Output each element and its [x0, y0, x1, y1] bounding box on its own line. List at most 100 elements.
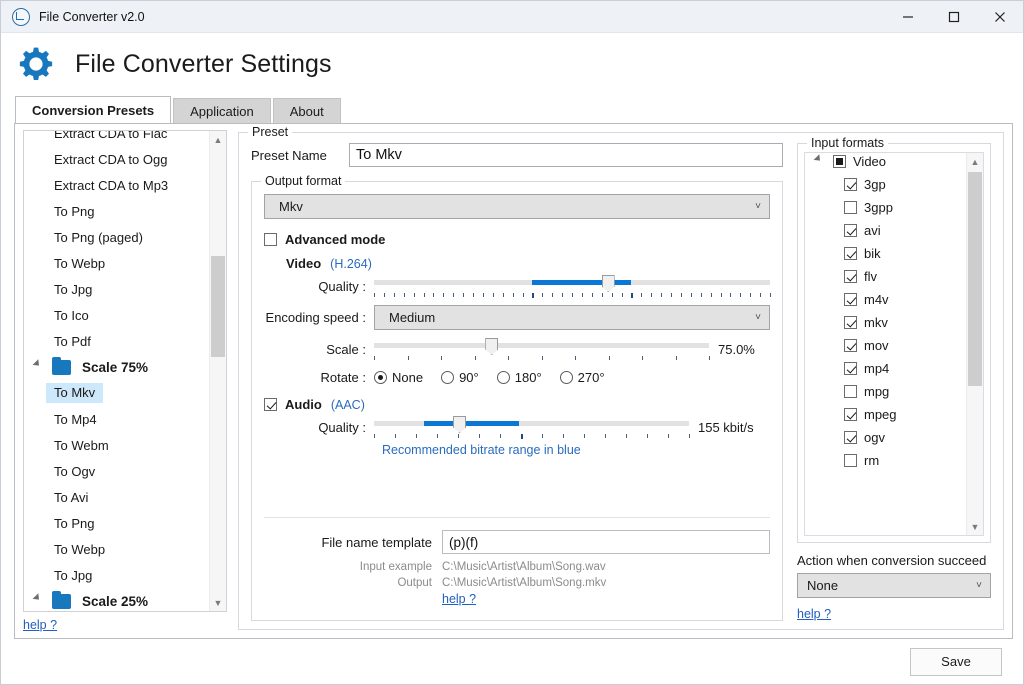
video-group-label: Video [853, 154, 886, 169]
input-formats-list[interactable]: Video 3gp 3gpp avi bik flv m4v mkv mov [804, 152, 984, 536]
tree-item-extract-cda-to-ogg[interactable]: Extract CDA to Ogg [24, 146, 210, 172]
format-item-m4v[interactable]: m4v [805, 288, 967, 311]
tree-item-to-pdf[interactable]: To Pdf [24, 328, 210, 354]
format-checkbox[interactable] [844, 316, 857, 329]
video-group-checkbox[interactable] [833, 155, 846, 168]
tree-item-to-jpg-2[interactable]: To Jpg [24, 562, 210, 588]
tree-item-to-ogv[interactable]: To Ogv [24, 458, 210, 484]
format-checkbox[interactable] [844, 178, 857, 191]
format-checkbox[interactable] [844, 201, 857, 214]
chevron-down-icon: ˅ [976, 579, 982, 590]
preset-name-input[interactable]: To Mkv [349, 143, 783, 167]
tree-item-to-png-2[interactable]: To Png [24, 510, 210, 536]
format-group-video[interactable]: Video [805, 152, 967, 173]
format-item-flv[interactable]: flv [805, 265, 967, 288]
scroll-down-icon[interactable]: ▼ [967, 518, 983, 535]
rotate-270-radio[interactable] [560, 371, 573, 384]
encoding-speed-select[interactable]: Medium ˅ [374, 305, 770, 330]
advanced-mode-row[interactable]: Advanced mode [264, 232, 770, 247]
rotate-90-radio[interactable] [441, 371, 454, 384]
format-checkbox[interactable] [844, 339, 857, 352]
slider-thumb[interactable] [453, 416, 466, 433]
tree-item-to-png[interactable]: To Png [24, 198, 210, 224]
format-label: mp4 [864, 361, 889, 376]
format-checkbox[interactable] [844, 454, 857, 467]
scrollbar-thumb[interactable] [211, 256, 225, 357]
format-item-3gp[interactable]: 3gp [805, 173, 967, 196]
format-checkbox[interactable] [844, 270, 857, 283]
spacer [264, 457, 770, 517]
preset-editor: Preset Preset Name To Mkv Output format … [234, 124, 1012, 638]
output-format-select[interactable]: Mkv ˅ [264, 194, 770, 219]
format-item-mp4[interactable]: mp4 [805, 357, 967, 380]
tree-item-to-jpg[interactable]: To Jpg [24, 276, 210, 302]
scroll-up-icon[interactable]: ▲ [210, 131, 226, 148]
tab-conversion-presets[interactable]: Conversion Presets [15, 96, 171, 123]
tree-item-to-webp[interactable]: To Webp [24, 250, 210, 276]
slider-thumb[interactable] [485, 338, 498, 355]
format-item-avi[interactable]: avi [805, 219, 967, 242]
tree-group-scale-25[interactable]: Scale 25% [24, 588, 210, 611]
expander-icon[interactable] [33, 593, 49, 609]
format-checkbox[interactable] [844, 431, 857, 444]
filename-template-label: File name template [264, 535, 442, 550]
tree-item-extract-cda-to-mp3[interactable]: Extract CDA to Mp3 [24, 172, 210, 198]
audio-enabled-checkbox[interactable] [264, 398, 277, 411]
expander-icon[interactable] [33, 359, 49, 375]
format-checkbox[interactable] [844, 293, 857, 306]
close-icon[interactable] [977, 1, 1023, 32]
maximize-icon[interactable] [931, 1, 977, 32]
tab-about[interactable]: About [273, 98, 341, 123]
slider-fill [424, 421, 519, 426]
format-checkbox[interactable] [844, 362, 857, 375]
tree-item-to-mkv[interactable]: To Mkv [24, 380, 210, 406]
scroll-up-icon[interactable]: ▲ [967, 153, 983, 170]
divider [264, 517, 770, 518]
filename-help-link[interactable]: help ? [442, 592, 476, 606]
output-format-group-title: Output format [261, 174, 345, 188]
format-checkbox[interactable] [844, 224, 857, 237]
filename-template-input[interactable]: (p)(f) [442, 530, 770, 554]
tree-item-to-avi[interactable]: To Avi [24, 484, 210, 510]
slider-thumb[interactable] [602, 275, 615, 292]
tree-item-to-webp-2[interactable]: To Webp [24, 536, 210, 562]
tab-application[interactable]: Application [173, 98, 271, 123]
action-success-select[interactable]: None ˅ [797, 573, 991, 598]
input-formats-pane: Input formats Video 3gp 3gpp avi [797, 143, 991, 621]
format-item-mkv[interactable]: mkv [805, 311, 967, 334]
action-success-help-link[interactable]: help ? [797, 607, 991, 621]
advanced-mode-checkbox[interactable] [264, 233, 277, 246]
input-formats-scrollbar[interactable]: ▲ ▼ [966, 153, 983, 535]
tree-group-scale-75[interactable]: Scale 75% [24, 354, 210, 380]
tree-item-extract-cda-to-flac[interactable]: Extract CDA to Flac [24, 130, 210, 146]
audio-header[interactable]: Audio (AAC) [264, 397, 770, 412]
format-item-bik[interactable]: bik [805, 242, 967, 265]
format-item-mpeg[interactable]: mpeg [805, 403, 967, 426]
format-item-ogv[interactable]: ogv [805, 426, 967, 449]
format-item-rm[interactable]: rm [805, 449, 967, 472]
save-button[interactable]: Save [910, 648, 1002, 676]
video-quality-slider[interactable] [374, 275, 770, 297]
tree-item-to-ico[interactable]: To Ico [24, 302, 210, 328]
tree-item-to-webm[interactable]: To Webm [24, 432, 210, 458]
scale-slider[interactable] [374, 338, 709, 360]
rotate-none-radio[interactable] [374, 371, 387, 384]
tree-item-to-png-paged[interactable]: To Png (paged) [24, 224, 210, 250]
audio-quality-slider[interactable] [374, 416, 689, 438]
tree-item-to-mp4[interactable]: To Mp4 [24, 406, 210, 432]
format-checkbox[interactable] [844, 408, 857, 421]
format-checkbox[interactable] [844, 247, 857, 260]
format-item-mov[interactable]: mov [805, 334, 967, 357]
minimize-icon[interactable] [885, 1, 931, 32]
rotate-180-radio[interactable] [497, 371, 510, 384]
format-item-3gpp[interactable]: 3gpp [805, 196, 967, 219]
expander-icon[interactable] [814, 154, 830, 170]
presets-tree[interactable]: Extract CDA to Flac Extract CDA to Ogg E… [23, 130, 227, 612]
format-checkbox[interactable] [844, 385, 857, 398]
scrollbar-thumb[interactable] [968, 172, 982, 386]
slider-track [374, 343, 709, 348]
presets-scrollbar[interactable]: ▲ ▼ [209, 131, 226, 611]
format-item-mpg[interactable]: mpg [805, 380, 967, 403]
presets-help-link[interactable]: help ? [23, 618, 227, 632]
scroll-down-icon[interactable]: ▼ [210, 594, 226, 611]
